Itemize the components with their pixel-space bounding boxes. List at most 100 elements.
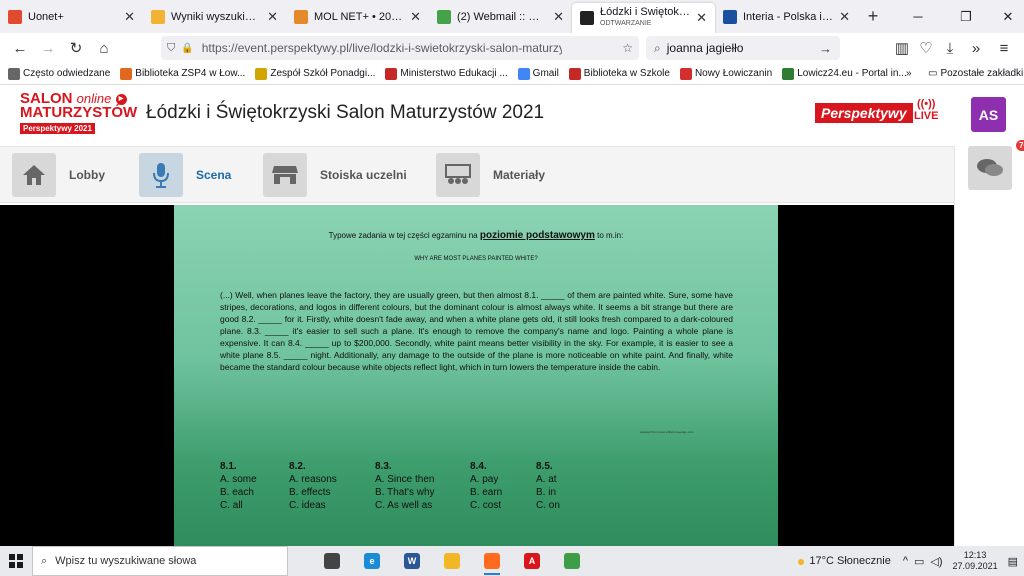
bookmark-item[interactable]: Lowicz24.eu - Portal in...: [782, 67, 907, 80]
forward-button[interactable]: →: [34, 34, 62, 62]
slide-intro-bold: poziomie podstawowym: [479, 230, 595, 241]
tab-title: Łódzki i Świętokrzyski Salo: [600, 7, 690, 18]
bookmark-item[interactable]: Gmail: [517, 67, 559, 80]
network-icon[interactable]: ▭: [914, 555, 924, 568]
start-button[interactable]: [0, 546, 32, 576]
search-go-icon[interactable]: →: [819, 41, 832, 56]
taskbar-search[interactable]: ⌕ Wpisz tu wyszukiwane słowa: [32, 546, 288, 576]
chat-button[interactable]: 76: [968, 140, 1024, 190]
webmail-icon: [437, 9, 451, 24]
answer-options-1: 8.1. A. some B. each C. all: [220, 460, 257, 512]
new-tab-button[interactable]: +: [858, 0, 888, 33]
bookmark-item[interactable]: Nowy Łowiczanin: [679, 67, 772, 80]
close-tab-icon[interactable]: ✕: [553, 9, 564, 25]
video-player[interactable]: Typowe zadania w tej części egzaminu na …: [0, 205, 954, 546]
other-bookmarks-label: Pozostałe zakładki: [940, 68, 1024, 79]
close-tab-icon[interactable]: ✕: [267, 9, 278, 25]
answer-options-3: 8.3. A. Since then B. That's why C. As well…: [375, 460, 435, 512]
shield-icon[interactable]: ⛉: [167, 42, 175, 55]
word-button[interactable]: W: [392, 546, 432, 576]
question-number: 8.3.: [375, 461, 392, 472]
store-icon: [263, 153, 307, 197]
bookmark-item[interactable]: Biblioteka w Szkole: [568, 67, 670, 80]
chrome-button[interactable]: [552, 546, 592, 576]
bookmark-label: Lowicz24.eu - Portal in...: [797, 68, 907, 79]
tab-2[interactable]: MOL NET+ • 20.3.18.1868 ✕: [286, 0, 429, 33]
nav-lobby[interactable]: Lobby: [12, 153, 105, 197]
acrobat-button[interactable]: A: [512, 546, 552, 576]
interia-icon: [723, 9, 737, 24]
answer-option: B. each: [220, 487, 254, 498]
menu-icon[interactable]: ≡: [990, 34, 1018, 62]
bookmark-item[interactable]: Zespół Szkół Ponadgi...: [255, 67, 375, 80]
close-tab-icon[interactable]: ✕: [410, 9, 421, 25]
close-tab-icon[interactable]: ✕: [839, 9, 850, 25]
maximize-button[interactable]: ❐: [946, 0, 986, 33]
clock[interactable]: 12:13 27.09.2021: [953, 550, 998, 572]
bookmark-icon: [8, 67, 20, 80]
firefox-button[interactable]: [472, 546, 512, 576]
back-button[interactable]: ←: [6, 34, 34, 62]
live-label: LIVE: [914, 110, 939, 122]
tab-0[interactable]: Uonet+ ✕: [0, 0, 143, 33]
microphone-icon: [139, 153, 183, 197]
logo-line2: MATURZYSTÓW: [20, 104, 138, 121]
perspektywy-brand[interactable]: Perspektywy: [815, 103, 913, 123]
nav-lobby-label: Lobby: [69, 168, 105, 182]
task-view-button[interactable]: [312, 546, 352, 576]
edge-button[interactable]: e: [352, 546, 392, 576]
live-indicator[interactable]: ((•)) LIVE: [914, 98, 938, 122]
file-explorer-button[interactable]: [432, 546, 472, 576]
url-bar[interactable]: ⛉ 🔒 https://event.perspektywy.pl/live/lo…: [161, 36, 639, 60]
taskbar-search-placeholder: Wpisz tu wyszukiwane słowa: [55, 555, 197, 567]
tab-4[interactable]: Łódzki i Świętokrzyski Salo ODTWARZANIE ✕: [572, 3, 715, 33]
tray-up-icon[interactable]: ^: [903, 555, 908, 567]
slide-intro-pre: Typowe zadania w tej części egzaminu na: [328, 231, 478, 240]
tab-3[interactable]: (2) Webmail :: Odebrane ✕: [429, 0, 572, 33]
nav-scena[interactable]: Scena: [139, 153, 231, 197]
minimize-button[interactable]: ─: [898, 0, 938, 33]
close-tab-icon[interactable]: ✕: [696, 10, 707, 26]
bookmark-label: Ministerstwo Edukacji ...: [400, 68, 508, 79]
reload-button[interactable]: ↻: [62, 34, 90, 62]
bookmark-item[interactable]: Ministerstwo Edukacji ...: [385, 67, 508, 80]
tab-5[interactable]: Interia - Polska i świat: inf ✕: [715, 0, 858, 33]
downloads-icon[interactable]: ⤓: [936, 34, 964, 62]
tab-title: MOL NET+ • 20.3.18.1868: [314, 10, 404, 23]
weather-text[interactable]: 17°C Słonecznie: [809, 555, 890, 567]
search-value[interactable]: joanna jagiełło: [667, 41, 744, 55]
search-bar[interactable]: ⌕ joanna jagiełło →: [646, 36, 840, 60]
nav-materialy[interactable]: Materiały: [436, 153, 545, 197]
tab-title: Uonet+: [28, 10, 64, 23]
bookmark-item[interactable]: Często odwiedzane: [8, 67, 110, 80]
folder-icon: ▭: [928, 68, 938, 79]
slide-heading: WHY ARE MOST PLANES PAINTED WHITE?: [414, 256, 538, 262]
lock-icon[interactable]: 🔒: [181, 43, 193, 54]
url-text[interactable]: https://event.perspektywy.pl/live/lodzki…: [202, 41, 562, 55]
notifications-icon[interactable]: ▤: [1008, 555, 1018, 568]
home-button[interactable]: ⌂: [90, 34, 118, 62]
bookmark-icon: [679, 67, 692, 80]
avatar[interactable]: AS: [971, 97, 1006, 132]
answer-option: A. at: [536, 474, 557, 485]
volume-icon[interactable]: ◁): [930, 555, 942, 568]
tab-1[interactable]: Wyniki wyszukiwania • M ✕: [143, 0, 286, 33]
answer-option: A. some: [220, 474, 257, 485]
bookmarks-overflow-icon[interactable]: »: [906, 68, 912, 79]
answer-option: C. all: [220, 500, 243, 511]
search-icon: ⌕: [654, 40, 661, 55]
site-logo[interactable]: SALON online ▶ MATURZYSTÓW Perspektywy 2…: [20, 91, 138, 140]
nav-stoiska[interactable]: Stoiska uczelni: [263, 153, 407, 197]
question-number: 8.1.: [220, 461, 237, 472]
close-tab-icon[interactable]: ✕: [124, 9, 135, 25]
tab-title: (2) Webmail :: Odebrane: [457, 10, 547, 23]
answer-option: C. As well as: [375, 500, 433, 511]
close-window-button[interactable]: ✕: [988, 0, 1024, 33]
other-bookmarks[interactable]: ▭ Pozostałe zakładki: [928, 68, 1023, 79]
chat-badge: 76: [1016, 140, 1024, 151]
bookmark-item[interactable]: Biblioteka ZSP4 w Łow...: [120, 67, 245, 80]
overflow-icon[interactable]: »: [962, 34, 990, 62]
answer-option: C. on: [536, 500, 560, 511]
slide-source: adapted from www.whitehorseedge.com: [640, 430, 694, 434]
bookmark-star-icon[interactable]: ☆: [622, 41, 633, 55]
